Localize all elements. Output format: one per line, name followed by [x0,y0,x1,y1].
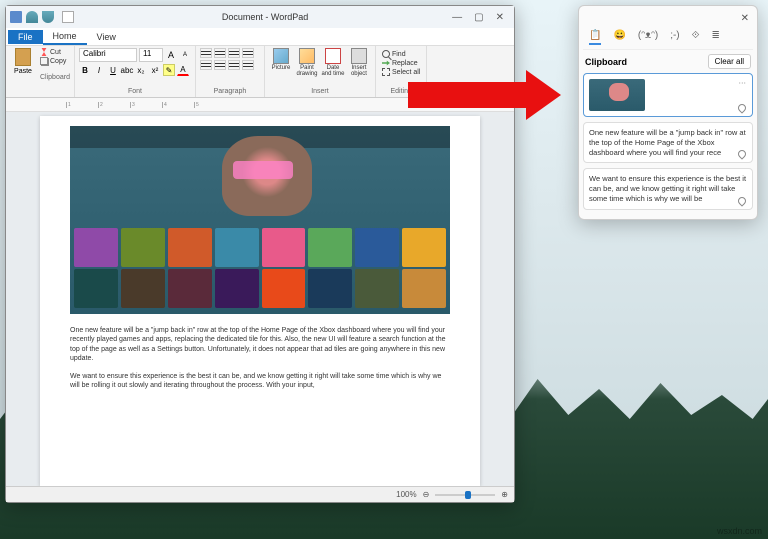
find-icon [382,50,390,58]
object-button[interactable]: Insert object [347,48,371,77]
bullets-icon[interactable] [228,48,240,58]
window-title: Document - WordPad [78,12,452,22]
tab-gif[interactable]: ⟐ [692,30,700,45]
tab-symbols[interactable]: ;-) [670,30,679,45]
superscript-button[interactable]: x² [149,64,161,76]
font-family-select[interactable]: Calibri [79,48,137,62]
font-color-button[interactable]: A [177,64,189,76]
tab-file[interactable]: File [8,30,43,44]
item-menu-icon[interactable]: ⋯ [739,78,747,88]
maximize-icon[interactable]: ▢ [474,12,483,23]
clipboard-item-image[interactable]: ⋯ [583,73,753,117]
copy-icon [40,57,48,65]
paint-button[interactable]: Paint drawing [295,48,319,77]
tab-more[interactable]: ≣ [712,30,720,45]
tab-kaomoji[interactable]: (ᵔᴥᵔ) [638,30,658,45]
indent-inc-icon[interactable] [214,48,226,58]
close-icon[interactable]: ✕ [741,13,749,24]
clipboard-heading: Clipboard [585,57,627,67]
watermark: wsxdn.com [717,526,762,536]
document-icon [62,11,74,23]
find-button[interactable]: Find [382,50,420,58]
date-icon [325,48,341,64]
tab-view[interactable]: View [87,30,126,44]
undo-icon[interactable] [26,11,38,23]
clipboard-thumbnail [589,79,645,111]
date-button[interactable]: Date and time [321,48,345,77]
statusbar: 100% ⊖ ⊕ [6,486,514,502]
bold-button[interactable]: B [79,64,91,76]
shrink-font-icon[interactable]: A [179,49,191,61]
paste-button[interactable]: Paste [10,48,36,75]
paint-icon [299,48,315,64]
zoom-slider[interactable] [435,494,495,496]
pin-icon[interactable] [736,195,747,206]
ribbon-tabs: File Home View [6,28,514,46]
zoom-in-button[interactable]: ⊕ [501,490,508,499]
clipboard-panel: ✕ 📋 😀 (ᵔᴥᵔ) ;-) ⟐ ≣ Clipboard Clear all … [578,5,758,220]
minimize-icon[interactable]: — [452,12,462,23]
tab-clipboard[interactable]: 📋 [589,30,601,45]
picture-icon [273,48,289,64]
tab-emoji[interactable]: 😀 [613,30,625,45]
italic-button[interactable]: I [93,64,105,76]
cut-button[interactable]: Cut [40,48,70,56]
grow-font-icon[interactable]: A [165,49,177,61]
annotation-arrow [408,70,568,120]
paste-icon [15,48,31,66]
highlight-button[interactable]: ✎ [163,64,175,76]
align-center-icon[interactable] [214,60,226,70]
align-right-icon[interactable] [228,60,240,70]
page[interactable]: One new feature will be a "jump back in"… [40,116,480,486]
clipboard-item-text[interactable]: We want to ensure this experience is the… [583,168,753,209]
subscript-button[interactable]: x₂ [135,64,147,76]
pin-icon[interactable] [736,149,747,160]
replace-button[interactable]: Replace [382,59,420,67]
zoom-out-button[interactable]: ⊖ [423,490,430,499]
object-icon [351,48,367,64]
underline-button[interactable]: U [107,64,119,76]
doc-paragraph-1[interactable]: One new feature will be a "jump back in"… [70,326,450,364]
save-icon[interactable] [10,11,22,23]
titlebar: Document - WordPad — ▢ ✕ [6,6,514,28]
document-area[interactable]: One new feature will be a "jump back in"… [6,112,514,486]
pasted-image[interactable] [70,126,450,314]
clear-all-button[interactable]: Clear all [708,54,751,69]
align-justify-icon[interactable] [242,60,254,70]
picture-button[interactable]: Picture [269,48,293,77]
font-size-select[interactable]: 11 [139,48,163,62]
linespacing-icon[interactable] [242,48,254,58]
select-icon [382,68,390,76]
align-left-icon[interactable] [200,60,212,70]
replace-icon [382,59,390,67]
tab-home[interactable]: Home [43,29,87,45]
clipboard-item-text[interactable]: One new feature will be a "jump back in"… [583,122,753,163]
doc-paragraph-2[interactable]: We want to ensure this experience is the… [70,372,450,391]
close-icon[interactable]: ✕ [496,12,504,23]
indent-dec-icon[interactable] [200,48,212,58]
copy-button[interactable]: Copy [40,57,70,65]
zoom-percent: 100% [396,490,416,499]
strike-button[interactable]: abc [121,64,133,76]
scissors-icon [40,48,48,56]
pin-icon[interactable] [736,102,747,113]
redo-icon[interactable] [42,11,54,23]
